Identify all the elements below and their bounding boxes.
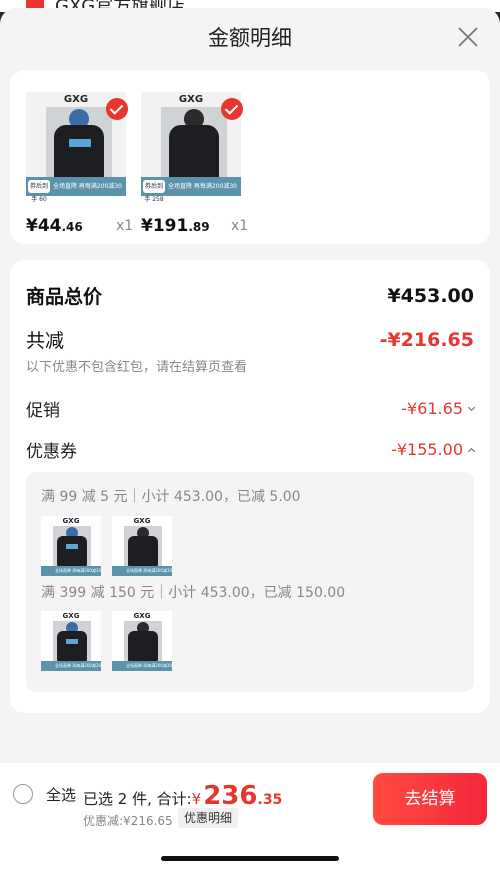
promo-band: 券后到手 60 全场直降 再每满200减30 xyxy=(26,177,126,203)
total-amount: 236 xyxy=(203,781,258,811)
promo-band-text: 全场直降 再每满200减30 xyxy=(53,183,122,190)
coupon-rule-text: 满 399 减 150 元｜小计 453.00，已减 150.00 xyxy=(41,585,346,601)
product-list-card: GXG 券后到手 60 全场直降 再每满200减30 ¥44.46 x1 GXG xyxy=(10,70,490,244)
product-photo xyxy=(161,107,227,181)
coupon-row[interactable]: 优惠券 -¥155.00 xyxy=(26,437,476,462)
chevron-up-icon xyxy=(467,447,476,455)
product-quantity: x1 xyxy=(231,218,249,234)
promo-band: 券后到手 258 全场直降 再每满200减30 xyxy=(141,177,241,203)
coupon-product-thumb: GXG 全场直降 再每满200减30 xyxy=(112,516,172,576)
promo-value: -¥61.65 xyxy=(401,399,476,418)
selected-check-icon[interactable] xyxy=(221,98,243,120)
promo-label: 促销 xyxy=(26,401,60,421)
checkout-bar: 全选 已选 2 件, 合计: ¥ 236 .35 优惠减:¥216.65 优惠明… xyxy=(0,763,500,873)
total-price-label: 商品总价 xyxy=(26,286,103,308)
total-price-value: ¥453.00 xyxy=(387,284,474,307)
promo-row[interactable]: 促销 -¥61.65 xyxy=(26,396,476,421)
promo-tag: 券后到手 258 xyxy=(143,180,165,203)
discount-amount: 优惠减:¥216.65 xyxy=(83,814,173,828)
promo-band-text: 全场直降 再每满200减30 xyxy=(168,183,237,190)
select-all-radio[interactable] xyxy=(13,784,33,804)
select-all-label[interactable]: 全选 xyxy=(46,784,76,805)
selected-check-icon[interactable] xyxy=(106,98,128,120)
close-icon[interactable] xyxy=(456,25,480,49)
home-indicator xyxy=(161,856,339,861)
discount-note: 以下优惠不包含红包，请在结算页查看 xyxy=(26,360,248,375)
selected-summary: 已选 2 件, 合计: ¥ 236 .35 xyxy=(83,781,283,811)
amount-detail-sheet: 金额明细 GXG 券后到手 60 全场直降 再每满200减30 ¥44.46 x… xyxy=(0,8,500,873)
checkout-button[interactable]: 去结算 xyxy=(373,773,487,825)
total-reduce-value: -¥216.65 xyxy=(379,328,474,351)
product-price: ¥191.89 xyxy=(141,216,210,236)
price-summary-card: 商品总价 ¥453.00 共减 -¥216.65 以下优惠不包含红包，请在结算页… xyxy=(10,260,490,713)
promo-tag: 券后到手 60 xyxy=(28,180,50,203)
coupon-detail-panel: 满 99 减 5 元｜小计 453.00，已减 5.00 GXG 全场直降 再每… xyxy=(26,472,474,692)
coupon-rule-text: 满 99 减 5 元｜小计 453.00，已减 5.00 xyxy=(41,489,301,505)
sheet-title: 金额明细 xyxy=(208,26,292,50)
total-reduce-label: 共减 xyxy=(26,330,65,352)
total-reduce-row: 共减 -¥216.65 xyxy=(26,326,474,353)
chevron-down-icon xyxy=(467,403,476,411)
product-photo xyxy=(46,107,112,181)
coupon-value: -¥155.00 xyxy=(391,440,476,459)
coupon-product-thumb: GXG 全场直降 再每满200减30 xyxy=(112,611,172,671)
product-price: ¥44.46 xyxy=(26,216,83,236)
coupon-label: 优惠券 xyxy=(26,442,77,462)
coupon-product-thumb: GXG 全场直降 再每满200减30 xyxy=(41,516,101,576)
coupon-product-thumb: GXG 全场直降 再每满200减30 xyxy=(41,611,101,671)
product-quantity: x1 xyxy=(116,218,134,234)
discount-detail-button[interactable]: 优惠明细 xyxy=(178,808,239,828)
total-price-row: 商品总价 ¥453.00 xyxy=(26,282,474,309)
